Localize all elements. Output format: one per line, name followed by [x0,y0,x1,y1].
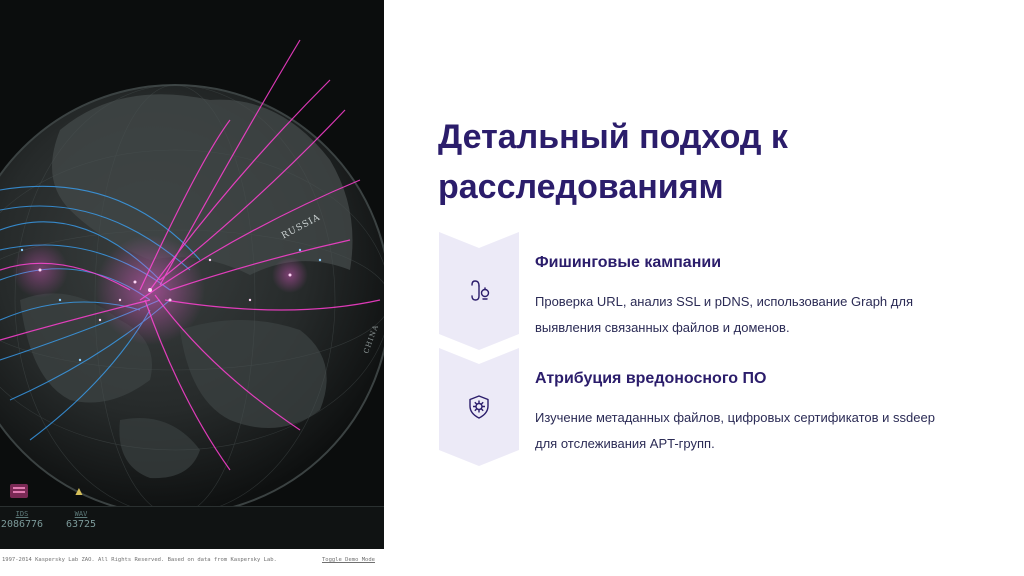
slide-title-line2: расследованиям [438,168,724,206]
item-title-phishing: Фишинговые кампании [535,254,722,271]
ids-icon[interactable] [10,484,28,498]
item-desc-malware-attribution: Изучение метаданных файлов, цифровых сер… [535,405,975,457]
shield-virus-icon [469,395,489,419]
stat-wav: WAV 63725 [60,510,102,530]
item-desc-malware-line1: Изучение метаданных файлов, цифровых сер… [535,410,935,425]
stat-ids-label: IDS [15,510,29,518]
stat-ids: IDS 2086776 [0,510,44,530]
map-footer: 1997-2014 Kaspersky Lab ZAO. All Rights … [0,553,384,571]
phishing-hook-icon [471,280,490,301]
slide-title-line1: Детальный подход к [438,118,788,156]
toggle-demo-mode-link[interactable]: Toggle Demo Mode [322,557,375,563]
item-title-malware-attribution: Атрибуция вредоносного ПО [535,370,767,387]
stat-wav-label: WAV [74,510,88,518]
cyberthreat-map-image: RUSSIA CHINA [0,0,384,548]
slide-title: Детальный подход к расследованиям [438,112,958,212]
item-desc-malware-line2: для отслеживания APT-групп. [535,436,715,451]
stat-wav-value: 63725 [65,519,97,530]
globe-graphic [0,0,384,548]
map-stats-bar [0,506,384,549]
item-desc-phishing-line1: Проверка URL, анализ SSL и pDNS, использ… [535,294,913,309]
copyright-text: 1997-2014 Kaspersky Lab ZAO. All Rights … [2,557,277,563]
stat-ids-value: 2086776 [0,519,44,530]
wav-bug-icon[interactable]: ▲ [70,484,88,498]
item-desc-phishing-line2: выявления связанных файлов и доменов. [535,320,790,335]
item-desc-phishing: Проверка URL, анализ SSL и pDNS, использ… [535,289,975,341]
